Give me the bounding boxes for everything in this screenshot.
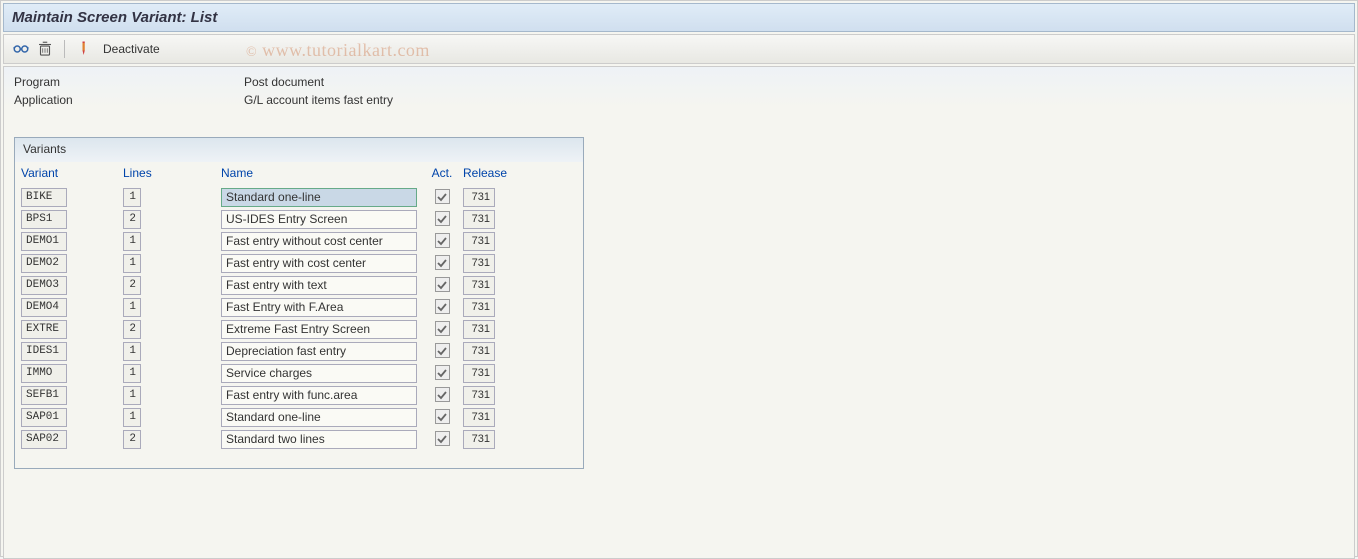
lines-cell[interactable]: 1 bbox=[123, 232, 141, 251]
lines-cell[interactable]: 1 bbox=[123, 188, 141, 207]
release-cell[interactable]: 731 bbox=[463, 408, 495, 427]
release-cell[interactable]: 731 bbox=[463, 364, 495, 383]
content-area: Program Post document Application G/L ac… bbox=[3, 66, 1355, 559]
release-cell[interactable]: 731 bbox=[463, 232, 495, 251]
page-title: Maintain Screen Variant: List bbox=[3, 3, 1355, 32]
variant-cell[interactable]: SAP02 bbox=[21, 430, 67, 449]
table-row[interactable]: EXTRE 2 Extreme Fast Entry Screen 731 bbox=[21, 318, 577, 340]
table-row[interactable]: IMMO 1 Service charges 731 bbox=[21, 362, 577, 384]
release-cell[interactable]: 731 bbox=[463, 320, 495, 339]
release-cell[interactable]: 731 bbox=[463, 430, 495, 449]
active-checkbox[interactable] bbox=[435, 233, 450, 248]
active-checkbox[interactable] bbox=[435, 189, 450, 204]
program-value: Post document bbox=[244, 75, 324, 89]
active-checkbox[interactable] bbox=[435, 431, 450, 446]
release-cell[interactable]: 731 bbox=[463, 188, 495, 207]
lines-cell[interactable]: 1 bbox=[123, 364, 141, 383]
activate-icon[interactable] bbox=[75, 40, 93, 58]
lines-cell[interactable]: 2 bbox=[123, 210, 141, 229]
deactivate-button[interactable]: Deactivate bbox=[99, 40, 164, 58]
active-checkbox[interactable] bbox=[435, 321, 450, 336]
active-checkbox[interactable] bbox=[435, 299, 450, 314]
release-cell[interactable]: 731 bbox=[463, 298, 495, 317]
name-cell[interactable]: Extreme Fast Entry Screen bbox=[221, 320, 417, 339]
name-cell[interactable]: Standard two lines bbox=[221, 430, 417, 449]
lines-cell[interactable]: 1 bbox=[123, 386, 141, 405]
variant-cell[interactable]: SAP01 bbox=[21, 408, 67, 427]
toolbar-separator bbox=[64, 40, 65, 58]
name-cell[interactable]: Fast entry with cost center bbox=[221, 254, 417, 273]
lines-cell[interactable]: 2 bbox=[123, 320, 141, 339]
variant-cell[interactable]: IMMO bbox=[21, 364, 67, 383]
release-cell[interactable]: 731 bbox=[463, 254, 495, 273]
lines-cell[interactable]: 2 bbox=[123, 276, 141, 295]
table-row[interactable]: SEFB1 1 Fast entry with func.area 731 bbox=[21, 384, 577, 406]
variant-cell[interactable]: DEMO4 bbox=[21, 298, 67, 317]
table-row[interactable]: IDES1 1 Depreciation fast entry 731 bbox=[21, 340, 577, 362]
table-row[interactable]: DEMO2 1 Fast entry with cost center 731 bbox=[21, 252, 577, 274]
variant-cell[interactable]: DEMO3 bbox=[21, 276, 67, 295]
lines-cell[interactable]: 1 bbox=[123, 254, 141, 273]
lines-cell[interactable]: 2 bbox=[123, 430, 141, 449]
variant-cell[interactable]: BPS1 bbox=[21, 210, 67, 229]
variant-cell[interactable]: DEMO1 bbox=[21, 232, 67, 251]
variants-panel: Variants Variant Lines Name Act. Release… bbox=[14, 137, 584, 469]
application-label: Application bbox=[14, 93, 244, 107]
column-header-name[interactable]: Name bbox=[221, 166, 421, 180]
release-cell[interactable]: 731 bbox=[463, 342, 495, 361]
application-value: G/L account items fast entry bbox=[244, 93, 393, 107]
column-header-lines[interactable]: Lines bbox=[123, 166, 215, 180]
active-checkbox[interactable] bbox=[435, 255, 450, 270]
variant-cell[interactable]: IDES1 bbox=[21, 342, 67, 361]
lines-cell[interactable]: 1 bbox=[123, 408, 141, 427]
table-row[interactable]: DEMO1 1 Fast entry without cost center 731 bbox=[21, 230, 577, 252]
name-cell[interactable]: Depreciation fast entry bbox=[221, 342, 417, 361]
toolbar: Deactivate bbox=[3, 34, 1355, 64]
table-row[interactable]: DEMO4 1 Fast Entry with F.Area 731 bbox=[21, 296, 577, 318]
column-header-variant[interactable]: Variant bbox=[21, 166, 117, 180]
name-cell[interactable]: Service charges bbox=[221, 364, 417, 383]
release-cell[interactable]: 731 bbox=[463, 276, 495, 295]
active-checkbox[interactable] bbox=[435, 387, 450, 402]
name-cell[interactable]: Fast entry without cost center bbox=[221, 232, 417, 251]
variants-panel-title: Variants bbox=[15, 138, 583, 160]
active-checkbox[interactable] bbox=[435, 409, 450, 424]
program-label: Program bbox=[14, 75, 244, 89]
table-row[interactable]: DEMO3 2 Fast entry with text 731 bbox=[21, 274, 577, 296]
variant-cell[interactable]: BIKE bbox=[21, 188, 67, 207]
column-header-act[interactable]: Act. bbox=[427, 166, 457, 180]
table-row[interactable]: BPS1 2 US-IDES Entry Screen 731 bbox=[21, 208, 577, 230]
table-header: Variant Lines Name Act. Release bbox=[21, 162, 577, 184]
delete-icon[interactable] bbox=[36, 40, 54, 58]
variant-cell[interactable]: SEFB1 bbox=[21, 386, 67, 405]
name-cell[interactable]: Standard one-line bbox=[221, 408, 417, 427]
lines-cell[interactable]: 1 bbox=[123, 298, 141, 317]
table-row[interactable]: SAP02 2 Standard two lines 731 bbox=[21, 428, 577, 450]
active-checkbox[interactable] bbox=[435, 211, 450, 226]
release-cell[interactable]: 731 bbox=[463, 210, 495, 229]
active-checkbox[interactable] bbox=[435, 277, 450, 292]
table-row[interactable]: BIKE 1 Standard one-line 731 bbox=[21, 186, 577, 208]
table-row[interactable]: SAP01 1 Standard one-line 731 bbox=[21, 406, 577, 428]
name-cell[interactable]: Fast entry with text bbox=[221, 276, 417, 295]
name-cell[interactable]: Standard one-line bbox=[221, 188, 417, 207]
active-checkbox[interactable] bbox=[435, 343, 450, 358]
active-checkbox[interactable] bbox=[435, 365, 450, 380]
column-header-release[interactable]: Release bbox=[463, 166, 523, 180]
name-cell[interactable]: US-IDES Entry Screen bbox=[221, 210, 417, 229]
name-cell[interactable]: Fast entry with func.area bbox=[221, 386, 417, 405]
release-cell[interactable]: 731 bbox=[463, 386, 495, 405]
variant-cell[interactable]: DEMO2 bbox=[21, 254, 67, 273]
variant-cell[interactable]: EXTRE bbox=[21, 320, 67, 339]
name-cell[interactable]: Fast Entry with F.Area bbox=[221, 298, 417, 317]
display-icon[interactable] bbox=[12, 40, 30, 58]
lines-cell[interactable]: 1 bbox=[123, 342, 141, 361]
